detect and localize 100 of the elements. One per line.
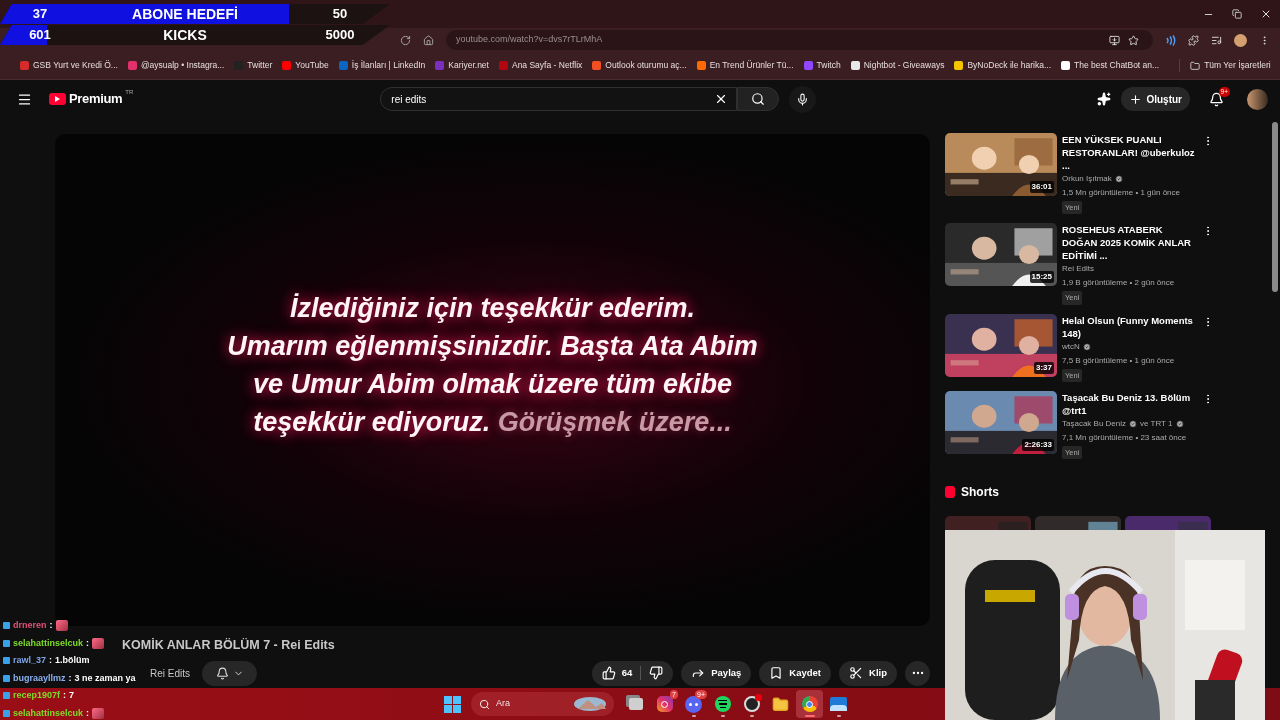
video-duration: 36:01 (1029, 181, 1054, 193)
close-button[interactable] (1260, 8, 1272, 20)
chat-username: selahattinselcuk (13, 636, 84, 650)
video-thumbnail[interactable]: 36:01 (945, 133, 1057, 196)
subscribe-bell-button[interactable] (202, 660, 257, 686)
goal-count: 37 (31, 5, 49, 24)
install-icon[interactable] (1109, 34, 1120, 46)
emote-icon (92, 637, 105, 649)
video-title[interactable]: Taşacak Bu Deniz 13. Bölüm @trt1 (1062, 390, 1197, 417)
bookmark-star-icon[interactable] (1128, 34, 1139, 46)
dislike-button[interactable] (649, 666, 664, 681)
bookmark-item[interactable]: Twitter (234, 59, 273, 72)
chat-separator: : (49, 654, 53, 667)
folder-icon (772, 695, 789, 713)
create-button[interactable]: Oluştur (1121, 87, 1190, 111)
youtube-logo[interactable]: Premium $^{TR}$ (49, 89, 134, 109)
video-meta: 7,1 Mn görüntüleme • 23 saat önce (1062, 431, 1188, 444)
extensions-icon[interactable] (1188, 34, 1199, 46)
shorts-icon (945, 486, 955, 498)
sound-waves-icon (714, 696, 731, 712)
video-thumbnail[interactable]: 3:37 (945, 313, 1057, 377)
channel-name[interactable]: wtcN (1062, 340, 1080, 353)
video-thumbnail[interactable]: 2:26:33 (945, 390, 1057, 454)
bookmark-item[interactable]: GSB Yurt ve Kredi Ö... (20, 59, 118, 72)
action-button[interactable]: Paylaş (681, 660, 752, 686)
cube-badge-icon (3, 674, 10, 682)
home-button[interactable] (423, 34, 434, 46)
cube-badge-icon (3, 709, 10, 717)
bookmark-item[interactable]: Twitch (803, 59, 841, 72)
video-duration: 15:25 (1029, 271, 1054, 284)
windows-stack-icon (628, 698, 643, 710)
video-title[interactable]: Helal Olsun (Funny Moments 148) (1062, 313, 1197, 340)
camera-icon (656, 696, 673, 712)
search-field[interactable]: rei edits (380, 87, 738, 111)
video-title: KOMİK ANLAR BÖLÜM 7 - Rei Edits (122, 637, 336, 654)
circle-logo-icon (801, 696, 818, 712)
channel-name[interactable]: Orkun Işıtmak (1062, 173, 1112, 185)
chat-message: 1.bölüm (55, 654, 90, 667)
search-icon (479, 698, 490, 710)
bell-icon (215, 666, 229, 680)
bookmark-item[interactable]: @aysualp • Instagra... (127, 59, 225, 72)
signal-waves-icon[interactable] (1165, 34, 1176, 46)
bookmark-item[interactable]: The best ChatBot an... (1061, 59, 1160, 72)
chat-username: rawl_37 (13, 654, 47, 667)
bookmark-item[interactable]: Ana Sayfa - Netflix (498, 59, 583, 72)
video-meta: 7,5 B görüntüleme • 1 gün önce (1062, 354, 1176, 367)
action-button[interactable]: Kaydet (759, 660, 832, 686)
search-button[interactable] (737, 87, 780, 111)
start-button[interactable] (444, 695, 461, 713)
chat-message: 7 (69, 689, 75, 702)
video-caption: İzlediğiniz için teşekkür ederim. Umarım eğlenmişsinizdir. Başta Ata Abim ve Umur Abim olmak üzere tüm ekibe teşekkür ediyoruz. Görüşmek üzere... (227, 292, 758, 439)
bookmark-item[interactable]: Nightbot - Giveaways (850, 59, 945, 72)
chat-username: drneren (13, 619, 47, 632)
video-thumbnail[interactable]: 15:25 (945, 223, 1057, 287)
thumbs-up-icon (601, 666, 616, 681)
emote-icon (55, 620, 68, 632)
restore-button[interactable] (1232, 9, 1242, 19)
goal-label: ABONE HEDEFİ (131, 4, 239, 24)
bookmark-item[interactable]: En Trend Ürünler Tü... (696, 59, 794, 72)
menu-button[interactable] (17, 91, 32, 107)
chat-separator: : (68, 671, 72, 685)
goal-target: 5000 (324, 26, 356, 45)
all-bookmarks-button[interactable]: Tüm Yer İşaretleri (1179, 59, 1271, 72)
emote-icon (92, 707, 105, 719)
chat-message: 3 ne zaman ya (74, 671, 136, 685)
user-avatar[interactable] (1247, 88, 1268, 110)
bookmark-item[interactable]: Outlook oturumu aç... (592, 59, 687, 72)
channel-name[interactable]: Rei Edits (150, 665, 190, 681)
profile-avatar[interactable] (1234, 33, 1247, 47)
chat-username: recep1907f (13, 689, 61, 702)
like-button[interactable]: 64 (601, 666, 633, 681)
address-bar[interactable]: youtube.com/watch?v=dvs7rTLrMhA (446, 30, 1153, 50)
bookmark-item[interactable]: Kariyer.net (435, 59, 489, 72)
action-button[interactable]: Klip (839, 660, 897, 686)
channel-name[interactable]: ve TRT 1 (1140, 417, 1173, 430)
bookmark-item[interactable]: YouTube (282, 59, 329, 72)
video-title[interactable]: EEN YÜKSEK PUANLI RESTORANLAR! @uberkuloz ... (1062, 133, 1197, 172)
folder-icon (1190, 60, 1201, 71)
video-meta: 1,9 B görüntüleme • 2 gün önce (1062, 277, 1176, 290)
url-text: youtube.com/watch?v=dvs7rTLrMhA (456, 33, 604, 47)
channel-name[interactable]: Taşacak Bu Deniz (1062, 417, 1127, 430)
chat-username: selahattinselcuk (13, 706, 84, 720)
taskbar-search[interactable]: Ara (471, 692, 614, 716)
plus-icon (1129, 92, 1143, 106)
cube-badge-icon (3, 622, 10, 630)
section-title: Shorts (961, 484, 999, 501)
sparkle-icon[interactable] (1097, 92, 1112, 106)
cube-badge-icon (3, 657, 10, 665)
video-title[interactable]: ROSEHEUS ATABERK DOĞAN 2025 KOMİK ANLAR EDİTİMİ ... (1062, 223, 1197, 263)
search-icon (751, 92, 766, 106)
channel-name[interactable]: Rei Edits (1062, 263, 1094, 276)
bookmark-item[interactable]: İş İlanları | LinkedIn (338, 59, 426, 72)
reload-button[interactable] (400, 34, 411, 46)
media-icon[interactable] (1211, 34, 1222, 46)
microphone-icon (796, 92, 810, 106)
bookmark-item[interactable]: ByNoDeck ile harika... (954, 59, 1052, 72)
landscape-icon (574, 697, 606, 711)
video-meta: 1,5 Mn görüntüleme • 1 gün önce (1062, 187, 1181, 199)
chat-separator: : (63, 689, 67, 702)
microphone-button[interactable] (789, 85, 817, 113)
